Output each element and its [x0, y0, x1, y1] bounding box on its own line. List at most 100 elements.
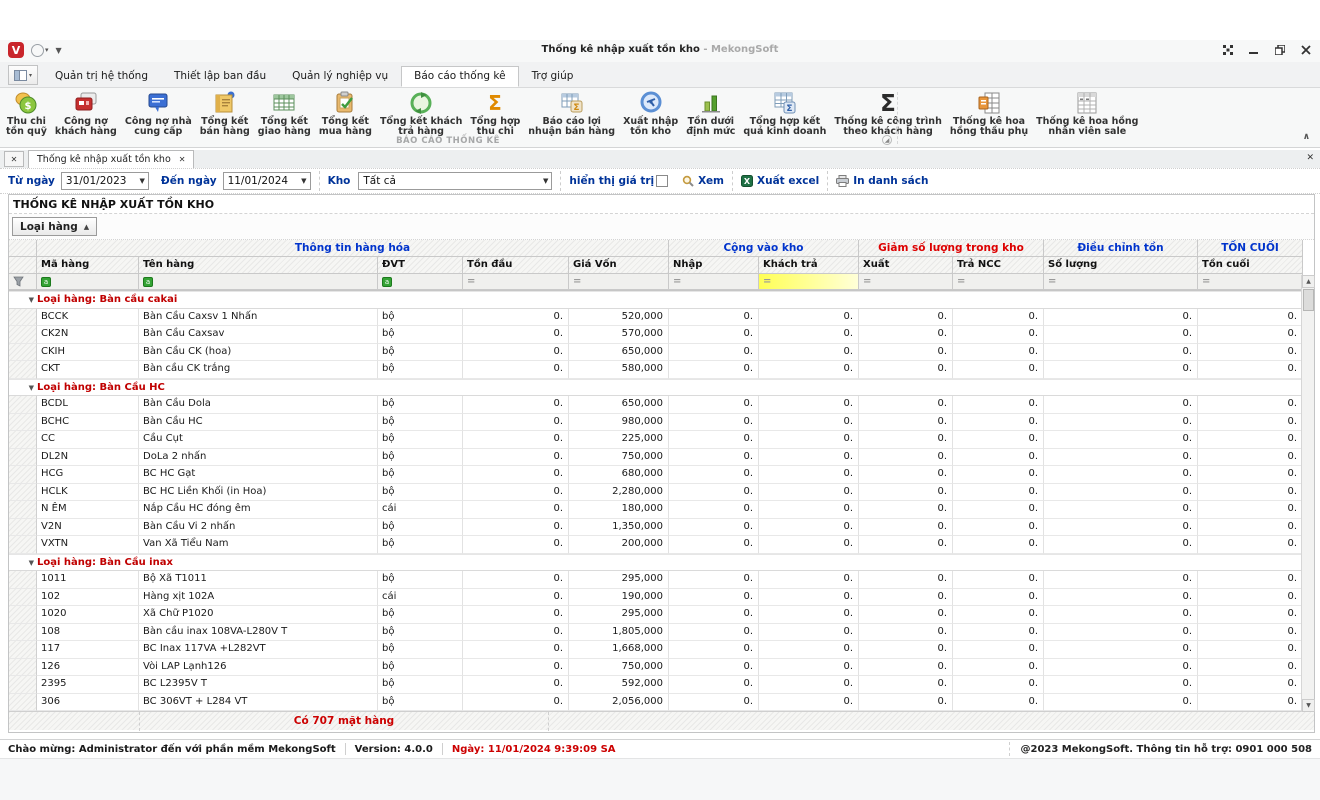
table-row[interactable]: 126Vòi LAP Lạnh126bộ0.750,0000.0.0.0.0.0…: [9, 659, 1314, 677]
table-row[interactable]: 306BC 306VT + L284 VTbộ0.2,056,0000.0.0.…: [9, 694, 1314, 712]
table-row[interactable]: BCHCBàn Cầu HCbộ0.980,0000.0.0.0.0.0.: [9, 414, 1314, 432]
column-header-4[interactable]: Tồn đầu: [463, 257, 569, 274]
tab-thong-ke-nhap-xuat-ton-kho[interactable]: Thống kê nhập xuất tồn kho ✕: [28, 150, 194, 168]
table-row[interactable]: 117BC Inax 117VA +L282VTbộ0.1,668,0000.0…: [9, 641, 1314, 659]
table-row[interactable]: HCLKBC HC Liền Khối (in Hoa)bộ0.2,280,00…: [9, 484, 1314, 502]
vertical-scrollbar[interactable]: ▲ ▼: [1301, 275, 1314, 712]
table-row[interactable]: VXTNVan Xã Tiểu Nambộ0.200,0000.0.0.0.0.…: [9, 536, 1314, 554]
table-row[interactable]: V2NBàn Cầu Vi 2 nhấnbộ0.1,350,0000.0.0.0…: [9, 519, 1314, 537]
filter-cell-1[interactable]: a: [37, 274, 139, 290]
ribbon-item-11[interactable]: Tồn dướiđịnh mức: [682, 90, 739, 137]
view-button[interactable]: Xem: [682, 175, 724, 187]
close-icon[interactable]: ✕: [179, 155, 186, 164]
column-header-2[interactable]: Tên hàng: [139, 257, 378, 274]
filter-cell-10[interactable]: =: [1044, 274, 1198, 290]
table-row[interactable]: BCCKBàn Cầu Caxsv 1 Nhấnbộ0.520,0000.0.0…: [9, 309, 1314, 327]
grid-cell: 0.: [1044, 431, 1198, 449]
layout-menu-button[interactable]: ▾: [8, 65, 38, 85]
menu-tab-1[interactable]: Quản trị hệ thống: [42, 66, 161, 87]
column-header-3[interactable]: ĐVT: [378, 257, 463, 274]
expand-icon[interactable]: [1222, 44, 1234, 56]
ribbon-item-14[interactable]: Thống kê hoahồng thầu phụ: [946, 90, 1032, 137]
table-row[interactable]: 1020Xã Chữ P1020bộ0.295,0000.0.0.0.0.0.: [9, 606, 1314, 624]
filter-cell-8[interactable]: =: [859, 274, 953, 290]
grid-cell: DL2N: [37, 449, 139, 467]
menu-tab-4[interactable]: Báo cáo thống kê: [401, 66, 518, 87]
ribbon-item-3[interactable]: Công nợ nhàcung cấp: [121, 90, 196, 137]
close-icon[interactable]: [1300, 44, 1312, 56]
column-header-9[interactable]: Trả NCC: [953, 257, 1044, 274]
collapse-triangle-icon[interactable]: ▼: [9, 292, 37, 308]
ribbon-item-15[interactable]: Thống kê hoa hồngnhân viên sale: [1032, 90, 1142, 137]
from-date-input[interactable]: 31/01/2023▼: [61, 172, 149, 190]
scroll-down-icon[interactable]: ▼: [1302, 699, 1315, 712]
menu-tab-2[interactable]: Thiết lập ban đầu: [161, 66, 279, 87]
row-indicator: [9, 326, 37, 344]
table-row[interactable]: CK2NBàn Cầu Caxsavbộ0.570,0000.0.0.0.0.0…: [9, 326, 1314, 344]
table-row[interactable]: 2395BC L2395V Tbộ0.592,0000.0.0.0.0.0.: [9, 676, 1314, 694]
print-list-button[interactable]: In danh sách: [836, 175, 928, 187]
close-all-tabs-button[interactable]: ✕: [4, 151, 24, 167]
desktop-background: [0, 758, 1320, 800]
ribbon-item-7[interactable]: Tổng kết kháchtrả hàng: [376, 90, 466, 137]
grid-cell: 0.: [1198, 431, 1303, 449]
menu-tab-3[interactable]: Quản lý nghiệp vụ: [279, 66, 401, 87]
ribbon-item-1[interactable]: $ Thu chitồn quỹ: [2, 90, 51, 137]
collapse-triangle-icon[interactable]: ▼: [9, 380, 37, 396]
table-row[interactable]: BCDLBàn Cầu Dolabộ0.650,0000.0.0.0.0.0.: [9, 396, 1314, 414]
filter-cell-6[interactable]: =: [669, 274, 759, 290]
ribbon-item-12[interactable]: Σ Tổng hợp kếtquả kinh doanh: [739, 90, 830, 137]
table-row[interactable]: 102Hàng xịt 102Acái0.190,0000.0.0.0.0.0.: [9, 589, 1314, 607]
table-row[interactable]: CKTBàn cầu CK trắngbộ0.580,0000.0.0.0.0.…: [9, 361, 1314, 379]
table-row[interactable]: HCGBC HC Gạtbộ0.680,0000.0.0.0.0.0.: [9, 466, 1314, 484]
menu-tab-5[interactable]: Trợ giúp: [519, 66, 587, 87]
scroll-up-icon[interactable]: ▲: [1302, 275, 1315, 288]
filter-cell-7[interactable]: =: [759, 274, 859, 290]
ribbon-item-4[interactable]: Tổng kếtbán hàng: [196, 90, 254, 137]
export-excel-button[interactable]: X Xuất excel: [741, 175, 819, 187]
table-row[interactable]: CCCầu Cụtbộ0.225,0000.0.0.0.0.0.: [9, 431, 1314, 449]
column-header-7[interactable]: Khách trả: [759, 257, 859, 274]
column-header-10[interactable]: Số lượng: [1044, 257, 1198, 274]
group-dialog-launcher-icon[interactable]: ◢: [882, 135, 892, 145]
group-row[interactable]: ▼ Loại hàng: Bàn cầu cakai: [9, 291, 1314, 309]
ribbon-item-9[interactable]: Σ Báo cáo lợinhuận bán hàng: [524, 90, 619, 137]
grid-cell: bộ: [378, 519, 463, 537]
filter-cell-5[interactable]: =: [569, 274, 669, 290]
warehouse-select[interactable]: Tất cả▼: [358, 172, 552, 190]
group-row[interactable]: ▼ Loại hàng: Bàn Cầu inax: [9, 554, 1314, 572]
group-row[interactable]: ▼ Loại hàng: Bàn Cầu HC: [9, 379, 1314, 397]
table-row[interactable]: N ÊMNắp Cầu HC đóng êmcái0.180,0000.0.0.…: [9, 501, 1314, 519]
scrollbar-thumb[interactable]: [1303, 289, 1314, 311]
table-row[interactable]: CKIHBàn Cầu CK (hoa)bộ0.650,0000.0.0.0.0…: [9, 344, 1314, 362]
filter-cell-11[interactable]: =: [1198, 274, 1303, 290]
ribbon-item-2[interactable]: Công nợkhách hàng: [51, 90, 121, 137]
close-icon[interactable]: ✕: [1306, 153, 1314, 163]
ribbon-item-8[interactable]: Σ Tổng hợpthu chi: [466, 90, 524, 137]
restore-icon[interactable]: [1274, 44, 1286, 56]
column-header-5[interactable]: Giá Vốn: [569, 257, 669, 274]
ribbon-item-13[interactable]: Σ Thống kê công trìnhtheo khách hàng: [830, 90, 946, 137]
grid-cell: cái: [378, 589, 463, 607]
column-header-1[interactable]: Mã hàng: [37, 257, 139, 274]
group-by-loai-hang-button[interactable]: Loại hàng▲: [12, 217, 97, 236]
filter-cell-2[interactable]: a: [139, 274, 378, 290]
table-row[interactable]: DL2NDoLa 2 nhấnbộ0.750,0000.0.0.0.0.0.: [9, 449, 1314, 467]
table-row[interactable]: 1011Bộ Xã T1011bộ0.295,0000.0.0.0.0.0.: [9, 571, 1314, 589]
table-row[interactable]: 108Bàn cầu inax 108VA-L280V Tbộ0.1,805,0…: [9, 624, 1314, 642]
column-header-11[interactable]: Tồn cuối: [1198, 257, 1303, 274]
ribbon-item-10[interactable]: Xuất nhậptồn kho: [619, 90, 682, 137]
to-date-input[interactable]: 11/01/2024▼: [223, 172, 311, 190]
column-header-8[interactable]: Xuất: [859, 257, 953, 274]
ribbon-collapse-icon[interactable]: ∧: [1303, 132, 1310, 142]
minimize-icon[interactable]: [1248, 44, 1260, 56]
ribbon-item-5[interactable]: Tổng kếtgiao hàng: [254, 90, 315, 137]
filter-cell-9[interactable]: =: [953, 274, 1044, 290]
filter-cell-4[interactable]: =: [463, 274, 569, 290]
collapse-triangle-icon[interactable]: ▼: [9, 555, 37, 571]
filter-cell-3[interactable]: a: [378, 274, 463, 290]
column-header-6[interactable]: Nhập: [669, 257, 759, 274]
ribbon-item-6[interactable]: Tổng kếtmua hàng: [315, 90, 376, 137]
grid-cell: Bàn Cầu Caxsv 1 Nhấn: [139, 309, 378, 327]
show-value-checkbox[interactable]: [656, 175, 668, 187]
